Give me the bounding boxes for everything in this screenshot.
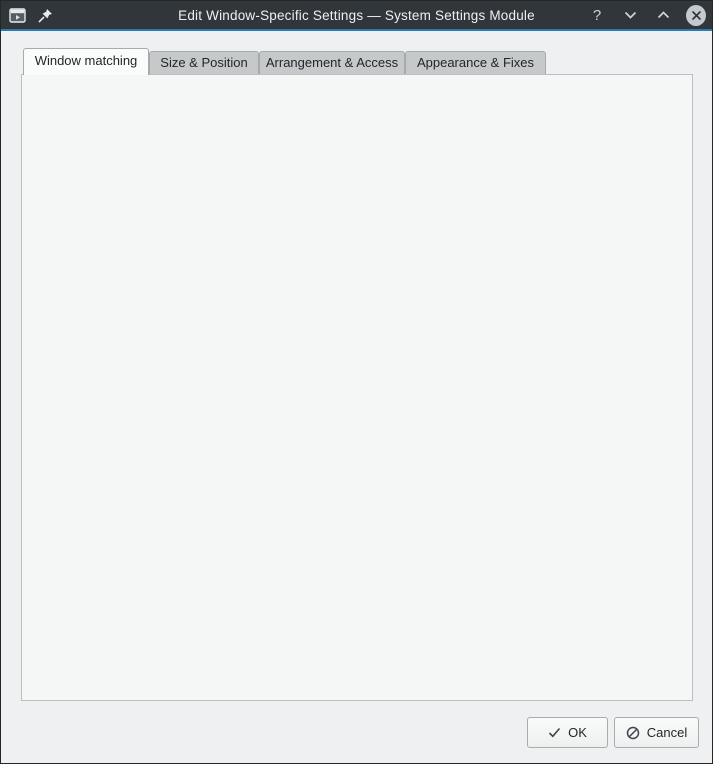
pin-icon[interactable] [38, 8, 53, 23]
tab-content-pane [21, 74, 693, 701]
settings-dialog-window: Edit Window-Specific Settings — System S… [0, 0, 713, 764]
close-icon [686, 5, 706, 26]
cancel-button-label: Cancel [647, 725, 687, 740]
tab-size-position[interactable]: Size & Position [149, 51, 259, 74]
minimize-button[interactable] [620, 4, 640, 26]
tab-appearance-fixes[interactable]: Appearance & Fixes [405, 51, 546, 74]
maximize-button[interactable] [653, 4, 673, 26]
cancel-button[interactable]: Cancel [614, 717, 699, 748]
tab-window-matching[interactable]: Window matching [23, 48, 149, 75]
app-window-icon[interactable] [9, 8, 26, 23]
help-button[interactable]: ? [587, 4, 607, 26]
check-icon [548, 727, 561, 738]
help-icon: ? [593, 7, 601, 24]
ok-button[interactable]: OK [527, 717, 608, 748]
ok-button-label: OK [568, 725, 587, 740]
chevron-down-icon [624, 11, 637, 19]
chevron-up-icon [657, 11, 670, 19]
titlebar: Edit Window-Specific Settings — System S… [1, 1, 712, 31]
tab-arrangement-access[interactable]: Arrangement & Access [259, 51, 405, 74]
close-button[interactable] [686, 4, 706, 26]
cancel-icon [626, 726, 640, 740]
